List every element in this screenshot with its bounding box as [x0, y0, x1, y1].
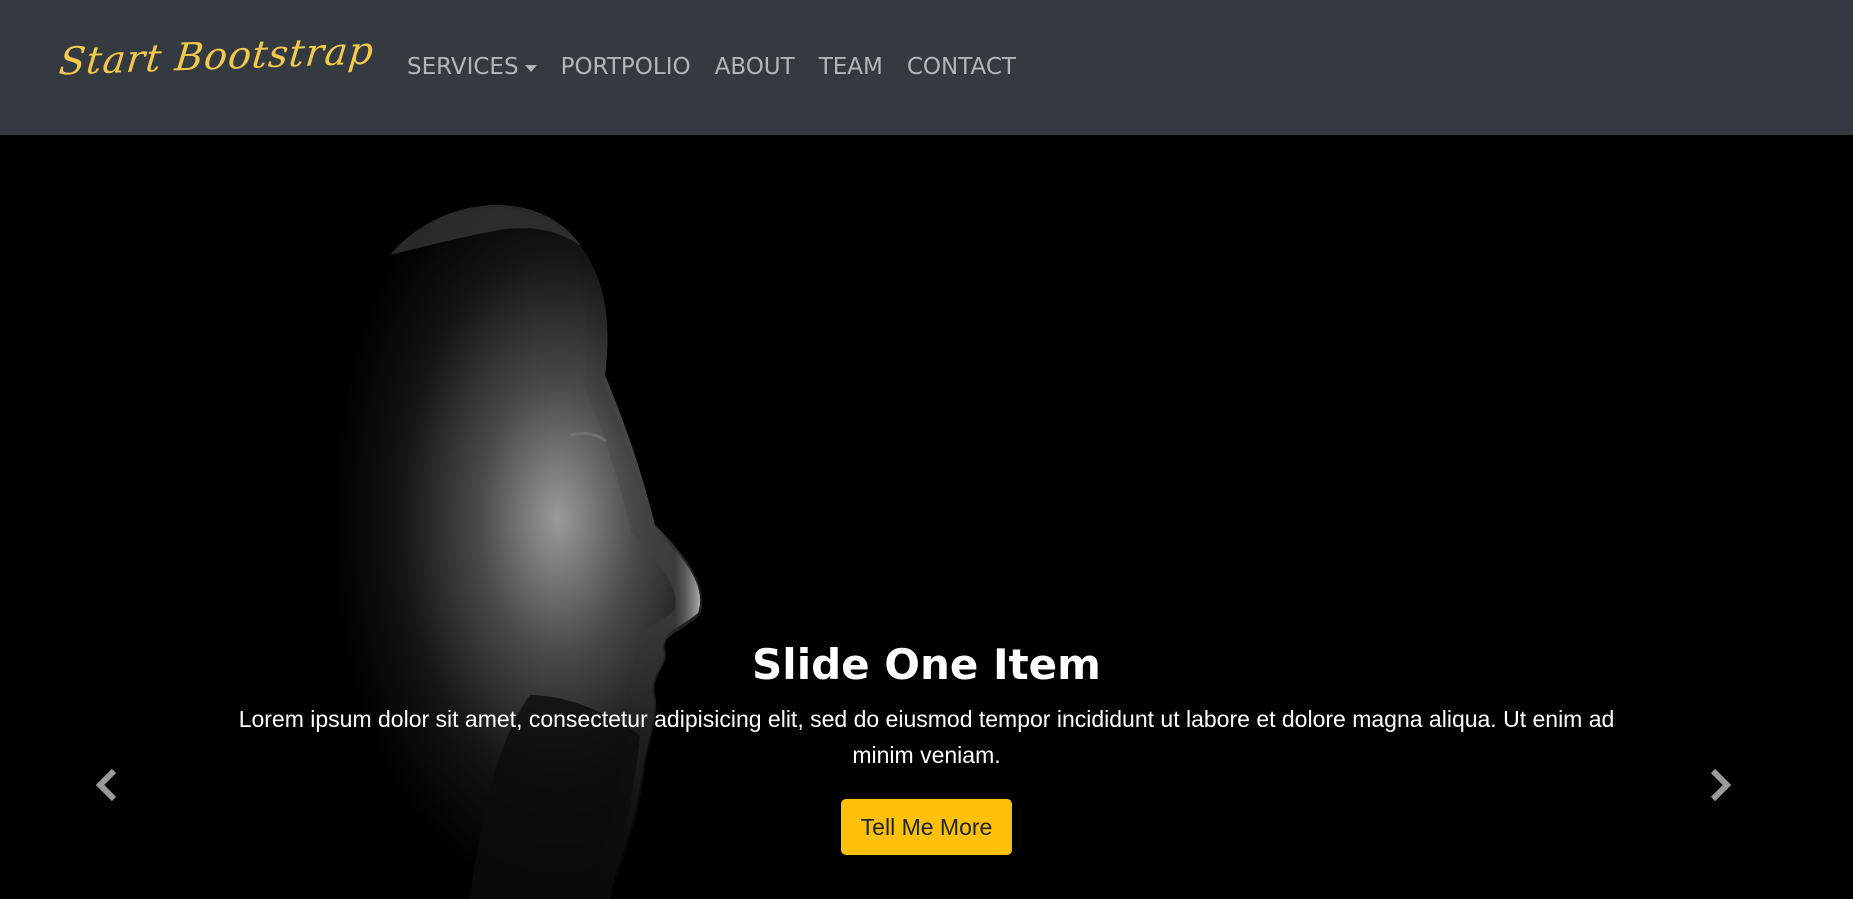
carousel-prev-button[interactable] — [88, 765, 128, 805]
nav-link-services[interactable]: SERVICES — [407, 48, 549, 86]
nav-link-team[interactable]: TEAM — [807, 48, 895, 86]
chevron-right-icon — [1710, 768, 1732, 802]
top-navbar: Start Bootstrap SERVICES PORTPOLIO ABOUT… — [0, 0, 1853, 135]
hero-carousel: Slide One Item Lorem ipsum dolor sit ame… — [0, 135, 1853, 899]
slide-title: Slide One Item — [752, 640, 1101, 689]
nav-link-portpolio[interactable]: PORTPOLIO — [549, 48, 703, 86]
brand-logo[interactable]: Start Bootstrap — [57, 29, 376, 84]
nav-link-contact[interactable]: CONTACT — [895, 48, 1028, 86]
slide-caption: Slide One Item Lorem ipsum dolor sit ame… — [0, 635, 1853, 855]
tell-me-more-button[interactable]: Tell Me More — [840, 799, 1013, 855]
nav-menu: SERVICES PORTPOLIO ABOUT TEAM CONTACT — [407, 48, 1028, 86]
nav-link-about[interactable]: ABOUT — [703, 48, 807, 86]
nav-link-services-label: SERVICES — [407, 54, 519, 80]
chevron-left-icon — [95, 768, 117, 802]
carousel-next-button[interactable] — [1699, 765, 1739, 805]
caret-down-icon — [524, 64, 537, 72]
slide-text: Lorem ipsum dolor sit amet, consectetur … — [238, 706, 1615, 768]
